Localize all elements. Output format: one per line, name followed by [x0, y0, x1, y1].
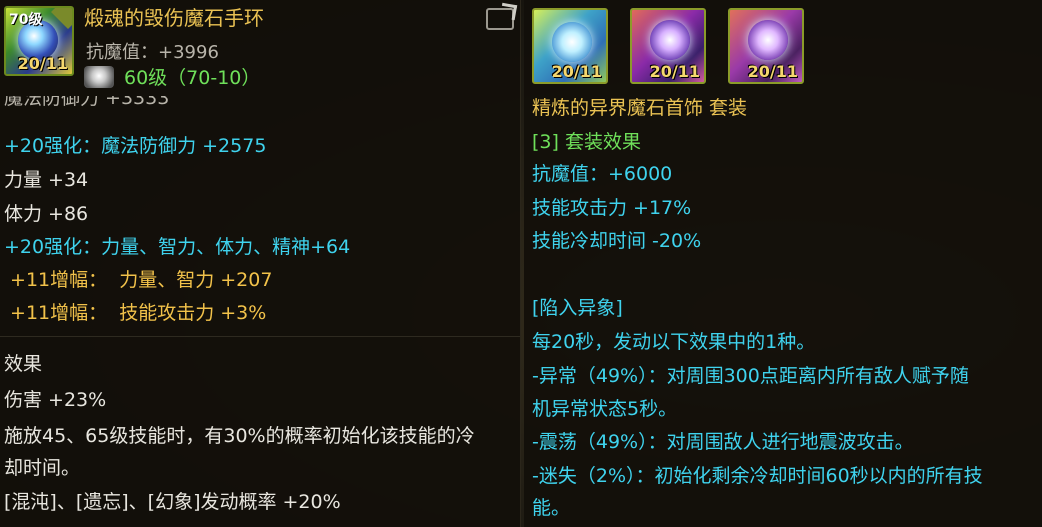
item-tooltip: 70级 20/11 煅魂的毁伤魔石手环 抗魔值：+3996 60级（70-10）…: [0, 0, 521, 527]
trap-line: 每20秒，发动以下效果中的1种。: [532, 331, 816, 353]
trap-line: -迷失（2%）：初始化剩余冷却时间60秒以内的所有技: [532, 465, 983, 487]
trap-title: [陷入异象]: [532, 297, 623, 319]
item-title: 煅魂的毁伤魔石手环: [84, 6, 264, 30]
item-upgrade-count: 20/11: [17, 54, 68, 73]
effect-line: [混沌]、[遗忘]、[幻象]发动概率 +20%: [4, 491, 341, 513]
set-item-icon: 20/11: [532, 8, 608, 84]
effect-title: 效果: [4, 353, 43, 375]
set-stat-line: 抗魔值：+6000: [532, 163, 673, 185]
effect-line: 伤害 +23%: [4, 389, 107, 411]
set-name: 精炼的异界魔石首饰 套装: [532, 97, 748, 119]
magic-stone-icon: [748, 20, 788, 60]
rarity-corner-icon: [51, 8, 72, 29]
magic-stone-icon: [552, 22, 592, 62]
trap-line: 能。: [532, 497, 571, 519]
set-count: [3] 套装效果: [532, 131, 641, 153]
diamond-grade-icon: [84, 66, 114, 88]
stat-line: +11增幅： 技能攻击力 +3%: [4, 302, 267, 324]
stat-line: 体力 +86: [4, 203, 89, 225]
bracelet-item-icon: 70级 20/11: [4, 6, 74, 76]
set-stat-line: 技能冷却时间 -20%: [532, 230, 702, 252]
partial-stat-line: 魔法防御力 +3333: [4, 96, 170, 108]
effect-line: 施放45、65级技能时，有30%的概率初始化该技能的冷: [4, 425, 475, 447]
stat-line: +20强化：力量、智力、体力、精神+64: [4, 236, 351, 258]
item-resistance: 抗魔值：+3996: [86, 42, 219, 63]
item-level-badge: 70级: [9, 12, 43, 28]
stat-line: +11增幅： 力量、智力 +207: [4, 269, 273, 291]
set-stat-line: 技能攻击力 +17%: [532, 197, 692, 219]
stat-line: 力量 +34: [4, 169, 89, 191]
item-upgrade-count: 20/11: [649, 62, 700, 81]
item-grade: 60级（70-10）: [124, 67, 261, 89]
magic-stone-icon: [650, 20, 690, 60]
divider: [0, 336, 520, 337]
trap-line: -异常（49%）：对周围300点距离内所有敌人赋予随: [532, 365, 969, 387]
set-item-icon: 20/11: [728, 8, 804, 84]
effect-line: 却时间。: [4, 457, 81, 479]
stat-line: +20强化：魔法防御力 +2575: [4, 135, 267, 157]
set-tooltip: 20/11 20/11 20/11 精炼的异界魔石首饰 套装 [3] 套装效果 …: [524, 0, 1042, 527]
item-upgrade-count: 20/11: [747, 62, 798, 81]
set-item-icon: 20/11: [630, 8, 706, 84]
trap-line: 机异常状态5秒。: [532, 398, 678, 420]
item-upgrade-count: 20/11: [551, 62, 602, 81]
share-icon[interactable]: [486, 8, 514, 30]
trap-line: -震荡（49%）：对周围敌人进行地震波攻击。: [532, 431, 914, 453]
